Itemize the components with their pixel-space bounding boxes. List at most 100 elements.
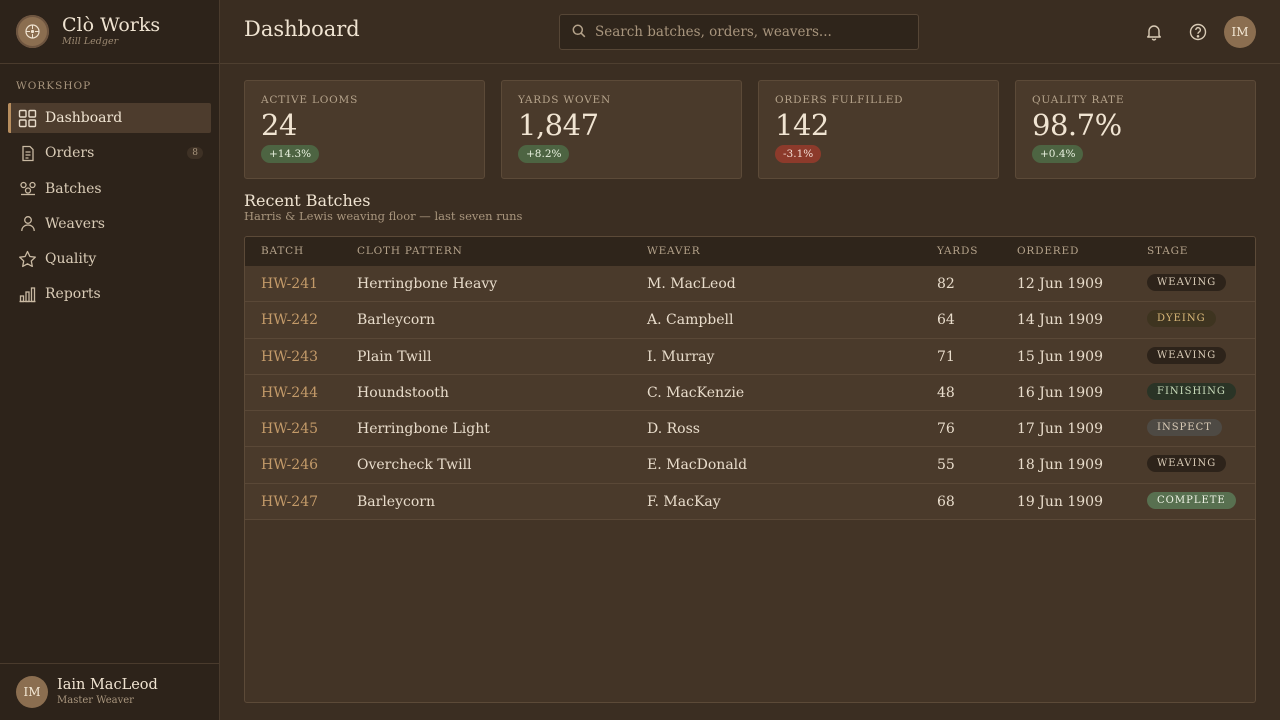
cell-yards: 71 bbox=[937, 348, 955, 365]
cell-yards: 55 bbox=[937, 457, 955, 474]
cell-ordered: 17 Jun 1909 bbox=[1017, 421, 1103, 438]
cell-ordered: 14 Jun 1909 bbox=[1017, 312, 1103, 329]
brand[interactable]: Clò Works Mill Ledger bbox=[0, 0, 219, 64]
sidebar-item-weavers[interactable]: Weavers bbox=[8, 209, 211, 239]
cell-yards: 64 bbox=[937, 312, 955, 329]
page-title: Dashboard bbox=[244, 17, 360, 41]
sidebar-item-orders[interactable]: Orders 8 bbox=[8, 138, 211, 168]
person-icon bbox=[18, 214, 37, 233]
column-header-ordered[interactable]: ORDERED bbox=[1017, 245, 1079, 257]
cell-yards: 48 bbox=[937, 384, 955, 401]
status-badge: WEAVING bbox=[1147, 346, 1227, 364]
sidebar-item-label: Quality bbox=[45, 251, 97, 268]
avatar: IM bbox=[16, 676, 48, 708]
cell-weaver: C. MacKenzie bbox=[647, 384, 745, 401]
stat-value: 98.7% bbox=[1032, 108, 1122, 142]
sidebar: Clò Works Mill Ledger WORKSHOP Dashboard… bbox=[0, 0, 220, 720]
cell-pattern: Houndstooth bbox=[357, 384, 449, 401]
search-icon bbox=[572, 23, 586, 42]
batches-table: BATCH CLOTH PATTERN WEAVER YARDS ORDERED… bbox=[244, 236, 1256, 703]
cell-ordered: 16 Jun 1909 bbox=[1017, 384, 1103, 401]
column-header-batch[interactable]: BATCH bbox=[261, 245, 304, 257]
table-row[interactable]: HW-245 Herringbone Light D. Ross 76 17 Jun 1… bbox=[245, 411, 1255, 448]
stat-card-quality-rate: QUALITY RATE 98.7% +0.4% bbox=[1015, 80, 1256, 179]
stat-delta-badge: -3.1% bbox=[775, 145, 822, 163]
table-row[interactable]: HW-243 Plain Twill I. Murray 71 15 Jun 1909 W… bbox=[245, 338, 1255, 375]
cell-ordered: 15 Jun 1909 bbox=[1017, 348, 1103, 365]
cell-weaver: D. Ross bbox=[647, 421, 700, 438]
column-header-pattern[interactable]: CLOTH PATTERN bbox=[357, 245, 463, 257]
cell-weaver: F. MacKay bbox=[647, 493, 721, 510]
cell-ordered: 12 Jun 1909 bbox=[1017, 276, 1103, 292]
cell-batch-id[interactable]: HW-247 bbox=[261, 494, 318, 510]
stat-delta-badge: +14.3% bbox=[261, 145, 320, 163]
stat-value: 24 bbox=[261, 108, 297, 142]
table-header: BATCH CLOTH PATTERN WEAVER YARDS ORDERED… bbox=[245, 237, 1255, 266]
stat-label: ORDERS FULFILLED bbox=[775, 94, 904, 106]
cell-weaver: M. MacLeod bbox=[647, 276, 736, 292]
star-icon bbox=[18, 250, 37, 269]
sidebar-item-label: Reports bbox=[45, 286, 101, 303]
cell-ordered: 19 Jun 1909 bbox=[1017, 493, 1103, 510]
user-profile[interactable]: IM Iain MacLeod Master Weaver bbox=[0, 663, 219, 720]
cell-batch-id[interactable]: HW-242 bbox=[261, 312, 318, 328]
sidebar-item-label: Batches bbox=[45, 180, 102, 197]
table-row[interactable]: HW-244 Houndstooth C. MacKenzie 48 16 Jun 19… bbox=[245, 374, 1255, 412]
search-box[interactable] bbox=[559, 14, 919, 50]
stat-card-active-looms: ACTIVE LOOMS 24 +14.3% bbox=[244, 80, 485, 179]
sidebar-item-quality[interactable]: Quality bbox=[8, 244, 211, 274]
status-badge: DYEING bbox=[1147, 310, 1216, 328]
stat-label: ACTIVE LOOMS bbox=[261, 94, 359, 106]
cell-pattern: Plain Twill bbox=[357, 348, 432, 365]
sidebar-section-label: WORKSHOP bbox=[16, 80, 92, 92]
stat-label: YARDS WOVEN bbox=[518, 94, 612, 106]
search-input[interactable] bbox=[595, 24, 895, 40]
cell-pattern: Herringbone Light bbox=[357, 421, 490, 438]
status-badge: WEAVING bbox=[1147, 455, 1227, 473]
cell-batch-id[interactable]: HW-241 bbox=[261, 276, 318, 292]
sidebar-item-label: Dashboard bbox=[45, 110, 123, 126]
stat-value: 142 bbox=[775, 108, 829, 142]
status-badge: COMPLETE bbox=[1147, 491, 1236, 509]
column-header-yards[interactable]: YARDS bbox=[937, 245, 978, 257]
cell-batch-id[interactable]: HW-246 bbox=[261, 457, 318, 473]
cell-yards: 76 bbox=[937, 421, 955, 438]
status-badge: WEAVING bbox=[1147, 274, 1227, 291]
header-avatar[interactable]: IM bbox=[1224, 16, 1256, 48]
bell-icon[interactable] bbox=[1144, 22, 1164, 42]
help-icon[interactable] bbox=[1188, 22, 1208, 42]
recent-batches-subtitle: Harris & Lewis weaving floor — last seve… bbox=[244, 209, 523, 223]
cell-weaver: A. Campbell bbox=[647, 312, 734, 329]
status-badge: FINISHING bbox=[1147, 382, 1236, 400]
table-row[interactable]: HW-241 Herringbone Heavy M. MacLeod 82 12 Ju… bbox=[245, 266, 1255, 303]
spools-icon bbox=[18, 179, 37, 198]
brand-subtitle: Mill Ledger bbox=[62, 36, 119, 47]
cell-batch-id[interactable]: HW-244 bbox=[261, 385, 318, 401]
orders-count-badge: 8 bbox=[187, 147, 203, 160]
column-header-stage[interactable]: STAGE bbox=[1147, 245, 1188, 257]
stat-delta-badge: +8.2% bbox=[518, 145, 570, 163]
table-body: HW-241 Herringbone Heavy M. MacLeod 82 12 Ju… bbox=[245, 266, 1255, 521]
cell-weaver: I. Murray bbox=[647, 348, 715, 365]
cell-batch-id[interactable]: HW-243 bbox=[261, 349, 318, 365]
table-row[interactable]: HW-247 Barleycorn F. MacKay 68 19 Jun 1909 CO… bbox=[245, 483, 1255, 521]
table-row[interactable]: HW-246 Overcheck Twill E. MacDonald 55 18 Ju… bbox=[245, 447, 1255, 484]
table-row[interactable]: HW-242 Barleycorn A. Campbell 64 14 Jun 1909… bbox=[245, 302, 1255, 339]
status-badge: INSPECT bbox=[1147, 419, 1222, 437]
cell-pattern: Overcheck Twill bbox=[357, 457, 472, 474]
top-bar: Dashboard IM bbox=[220, 0, 1280, 64]
bar-chart-icon bbox=[18, 285, 37, 304]
cell-pattern: Barleycorn bbox=[357, 493, 435, 510]
stat-label: QUALITY RATE bbox=[1032, 94, 1125, 106]
stat-value: 1,847 bbox=[518, 108, 599, 142]
column-header-weaver[interactable]: WEAVER bbox=[647, 245, 700, 257]
sidebar-item-dashboard[interactable]: Dashboard bbox=[8, 103, 211, 133]
cell-batch-id[interactable]: HW-245 bbox=[261, 421, 318, 437]
sidebar-item-batches[interactable]: Batches bbox=[8, 174, 211, 204]
document-icon bbox=[18, 144, 37, 163]
sidebar-item-reports[interactable]: Reports bbox=[8, 279, 211, 309]
sidebar-nav: Dashboard Orders 8 Batches Weavers Quali… bbox=[8, 103, 211, 315]
stat-card-yards-woven: YARDS WOVEN 1,847 +8.2% bbox=[501, 80, 742, 179]
user-name: Iain MacLeod bbox=[57, 677, 158, 693]
cell-pattern: Herringbone Heavy bbox=[357, 276, 498, 292]
